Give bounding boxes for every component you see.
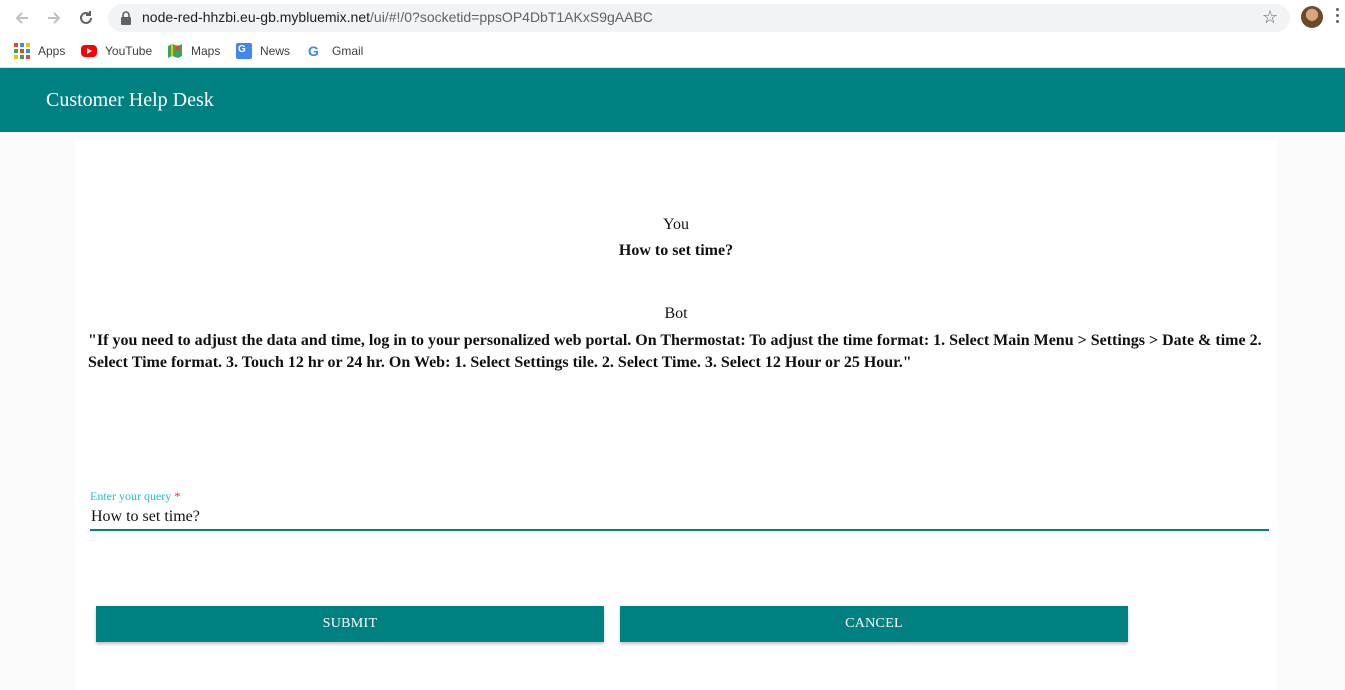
apps-grid-icon (14, 43, 30, 59)
browser-menu-icon[interactable] (1336, 8, 1342, 28)
user-sender-label: You (663, 216, 689, 233)
app-header: Customer Help Desk (0, 68, 1345, 132)
forward-button[interactable] (42, 6, 66, 30)
bookmark-label: Maps (191, 44, 221, 58)
chat-card: You How to set time? Bot "If you need to… (75, 140, 1277, 690)
bookmark-label: YouTube (105, 44, 153, 58)
bot-sender-label: Bot (664, 305, 688, 322)
arrow-right-icon (48, 12, 61, 24)
query-label: Enter your query * (90, 489, 180, 504)
cancel-button[interactable]: CANCEL (620, 606, 1128, 642)
page-title: Customer Help Desk (46, 89, 214, 111)
url-text: node-red-hhzbi.eu-gb.mybluemix.net/ui/#!… (142, 9, 653, 25)
back-button[interactable] (10, 6, 34, 30)
query-label-text: Enter your query (90, 489, 172, 503)
bookmark-label: Gmail (332, 44, 364, 58)
user-message: How to set time? (618, 242, 734, 259)
lock-icon (121, 11, 131, 25)
url-host: node-red-hhzbi.eu-gb.mybluemix.net (142, 9, 371, 25)
news-icon (236, 43, 252, 59)
bookmark-gmail[interactable]: G Gmail (308, 40, 363, 62)
browser-toolbar: node-red-hhzbi.eu-gb.mybluemix.net/ui/#!… (0, 0, 1345, 36)
bookmark-star-icon[interactable]: ☆ (1260, 8, 1280, 28)
bookmarks-bar: Apps YouTube Maps News G Gmail (0, 36, 1345, 68)
url-path: /ui/#!/0?socketid=ppsOP4DbT1AKxS9gAABC (370, 9, 653, 25)
bookmark-apps[interactable]: Apps (14, 40, 65, 62)
youtube-icon (81, 45, 97, 57)
google-icon: G (308, 43, 319, 59)
reload-icon (80, 11, 92, 24)
bookmark-news[interactable]: News (236, 40, 290, 62)
address-bar[interactable]: node-red-hhzbi.eu-gb.mybluemix.net/ui/#!… (108, 4, 1290, 32)
reload-button[interactable] (74, 6, 98, 30)
submit-button[interactable]: SUBMIT (96, 606, 604, 642)
maps-icon (167, 43, 183, 59)
bookmark-label: News (260, 44, 291, 58)
bot-message: "If you need to adjust the data and time… (88, 332, 1262, 371)
arrow-left-icon (15, 12, 28, 24)
required-mark: * (174, 489, 181, 503)
bookmark-youtube[interactable]: YouTube (81, 40, 152, 62)
bookmark-maps[interactable]: Maps (167, 40, 220, 62)
profile-avatar[interactable] (1301, 6, 1323, 28)
bookmark-label: Apps (38, 44, 66, 58)
query-input[interactable] (90, 506, 1269, 531)
